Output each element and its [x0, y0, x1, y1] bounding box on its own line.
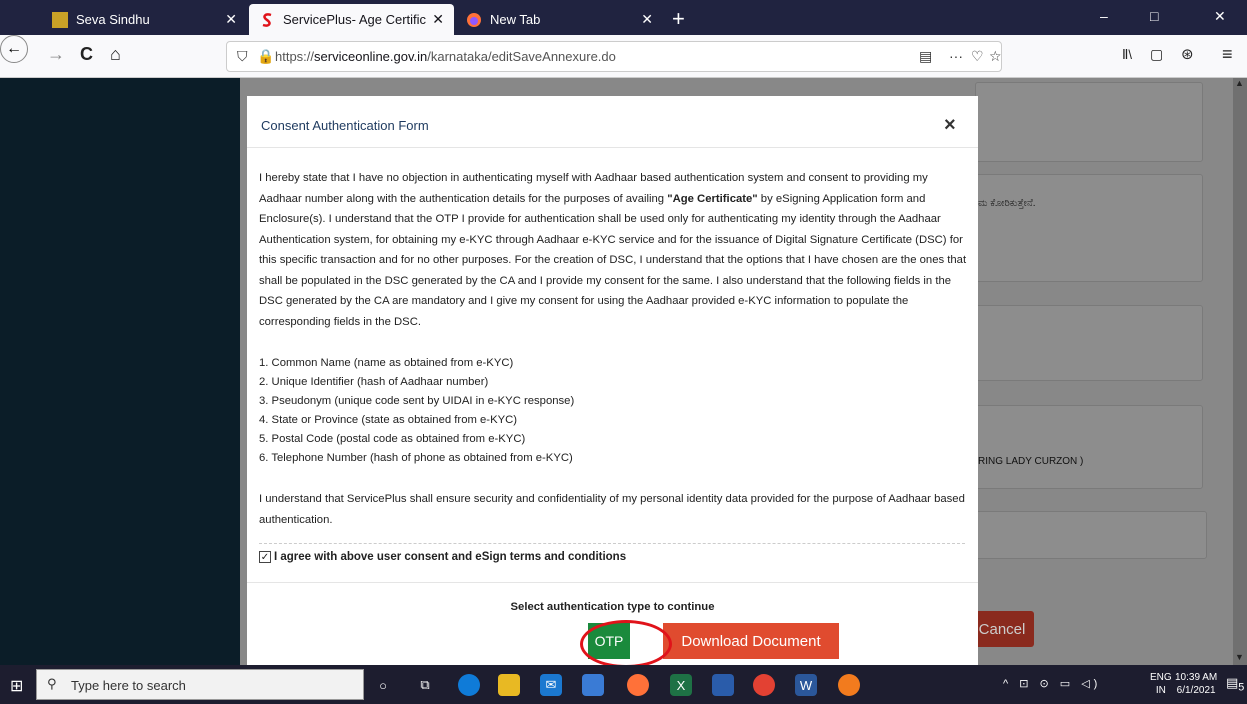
cortana-icon[interactable]: ○ [372, 674, 394, 696]
list-item: 4. State or Province (state as obtained … [259, 414, 518, 426]
bg-school-text: RING LADY CURZON ) [978, 456, 1084, 467]
search-icon: ⚲ [47, 676, 57, 691]
close-tab-icon[interactable]: ✕ [432, 11, 444, 28]
word-icon[interactable]: W [795, 674, 817, 696]
maximize-button[interactable]: □ [1150, 8, 1158, 24]
bg-field [975, 405, 1203, 489]
close-icon[interactable]: × [944, 114, 956, 137]
bg-kannada-text: ಮ ಕೋರಿಕುತ್ತೇನೆ. [978, 198, 1036, 209]
modal-header: Consent Authentication Form × [247, 96, 978, 148]
excel-icon[interactable]: X [670, 674, 692, 696]
reader-view-icon[interactable]: ▤ [919, 48, 932, 65]
divider [247, 582, 978, 583]
lang-code: ENG [1150, 672, 1172, 683]
more-actions-icon[interactable]: ··· [949, 48, 963, 64]
tab-title: ServicePlus- Age Certificate [283, 12, 427, 27]
bg-field [975, 511, 1207, 559]
tab-strip: Seva Sindhu ✕ ServicePlus- Age Certifica… [0, 0, 1247, 35]
agree-label: I agree with above user consent and eSig… [274, 551, 627, 563]
tab-new-tab[interactable]: New Tab ✕ [456, 4, 663, 35]
file-explorer-icon[interactable] [498, 674, 520, 696]
search-input[interactable]: Type here to search [71, 678, 186, 693]
sidebar-icon[interactable]: ▢ [1150, 46, 1163, 63]
lock-icon[interactable]: 🔒 [257, 48, 274, 65]
security-paragraph: I understand that ServicePlus shall ensu… [259, 493, 965, 526]
system-tray[interactable]: ^ ⊡ ⊙ ▭ ◁) [1003, 677, 1101, 690]
agree-checkbox[interactable]: ✓ [259, 551, 271, 563]
minimize-button[interactable]: – [1100, 8, 1108, 24]
highlight-annotation [580, 620, 672, 668]
library-icon[interactable]: Ⅱ\ [1122, 47, 1132, 63]
lang-region: IN [1155, 685, 1166, 696]
clock-date: 6/1/2021 [1176, 685, 1216, 696]
serviceplus-icon [259, 12, 275, 28]
list-item: 6. Telephone Number (hash of phone as ob… [259, 452, 573, 464]
divider [259, 543, 965, 544]
clock-time: 10:39 AM [1175, 672, 1218, 683]
app-icon[interactable] [712, 674, 734, 696]
home-button[interactable]: ⌂ [110, 44, 121, 65]
modal-title: Consent Authentication Form [261, 118, 429, 133]
bookmark-star-icon[interactable]: ☆ [989, 48, 1002, 65]
account-icon[interactable]: ⊛ [1181, 45, 1194, 63]
dsc-field-list: 1. Common Name (name as obtained from e-… [259, 354, 574, 468]
notification-icon[interactable]: ▤5 [1226, 675, 1244, 694]
taskbar-search[interactable]: ⚲ Type here to search [36, 669, 364, 700]
seva-sindhu-icon [52, 11, 68, 28]
download-document-button[interactable]: Download Document [663, 623, 839, 659]
chrome-icon[interactable] [753, 674, 775, 696]
list-item: 2. Unique Identifier (hash of Aadhaar nu… [259, 376, 489, 388]
sidebar [0, 78, 240, 665]
url-text[interactable]: https://serviceonline.gov.in/karnataka/e… [275, 49, 616, 64]
pocket-icon[interactable]: ♡ [971, 48, 984, 65]
back-button[interactable]: ← [0, 35, 28, 63]
notification-count: 5 [1238, 681, 1245, 694]
cancel-button: Cancel [970, 611, 1034, 647]
agree-checkbox-row[interactable]: ✓ I agree with above user consent and eS… [259, 551, 626, 563]
taskbar: ⊞ ⚲ Type here to search ○ ⧉ ✉ X W ^ ⊡ ⊙ … [0, 665, 1247, 704]
task-view-icon[interactable]: ⧉ [414, 674, 436, 696]
bg-field [975, 82, 1203, 162]
app-orange-icon[interactable] [838, 674, 860, 696]
nav-bar: ← → C ⌂ ⛉ 🔒 https://serviceonline.gov.in… [0, 35, 1247, 78]
tab-serviceplus[interactable]: ServicePlus- Age Certificate ✕ [249, 4, 454, 35]
edge-icon[interactable] [458, 674, 480, 696]
menu-icon[interactable]: ≡ [1222, 44, 1233, 65]
page-scrollbar[interactable]: ▲ ▼ [1233, 78, 1247, 665]
tab-title: New Tab [490, 12, 541, 27]
list-item: 5. Postal Code (postal code as obtained … [259, 433, 526, 445]
windows-start-icon[interactable]: ⊞ [10, 676, 23, 696]
list-item: 1. Common Name (name as obtained from e-… [259, 357, 514, 369]
new-tab-button[interactable]: + [672, 6, 685, 32]
url-domain: serviceonline.gov.in [314, 49, 428, 64]
close-tab-icon[interactable]: ✕ [641, 11, 653, 28]
service-name: "Age Certificate" [667, 192, 758, 205]
mail-icon[interactable]: ✉ [540, 674, 562, 696]
close-tab-icon[interactable]: ✕ [225, 11, 237, 28]
url-path: /karnataka/editSaveAnnexure.do [427, 49, 616, 64]
consent-modal: Consent Authentication Form × I hereby s… [247, 96, 978, 665]
auth-type-prompt: Select authentication type to continue [510, 601, 715, 613]
tab-seva-sindhu[interactable]: Seva Sindhu ✕ [42, 4, 247, 35]
reload-button[interactable]: C [80, 44, 93, 65]
scroll-up-icon[interactable]: ▲ [1235, 78, 1244, 88]
bg-field [975, 305, 1203, 381]
language-indicator[interactable]: ENG IN [1150, 671, 1172, 697]
close-window-button[interactable]: ✕ [1214, 8, 1226, 25]
scroll-down-icon[interactable]: ▼ [1235, 652, 1244, 662]
consent-text: by eSigning Application form and Enclosu… [259, 192, 967, 328]
tab-title: Seva Sindhu [76, 12, 150, 27]
list-item: 3. Pseudonym (unique code sent by UIDAI … [259, 395, 575, 407]
url-bar[interactable]: ⛉ 🔒 https://serviceonline.gov.in/karnata… [226, 41, 1002, 72]
consent-paragraph: I hereby state that I have no objection … [259, 168, 971, 332]
shield-icon[interactable]: ⛉ [237, 48, 248, 65]
forward-button[interactable]: → [47, 44, 65, 65]
clock[interactable]: 10:39 AM 6/1/2021 [1175, 671, 1217, 697]
url-prefix: https:// [275, 49, 315, 64]
firefox-icon [466, 12, 482, 28]
bg-field [975, 174, 1203, 282]
store-icon[interactable] [582, 674, 604, 696]
firefox-icon[interactable] [627, 674, 649, 696]
